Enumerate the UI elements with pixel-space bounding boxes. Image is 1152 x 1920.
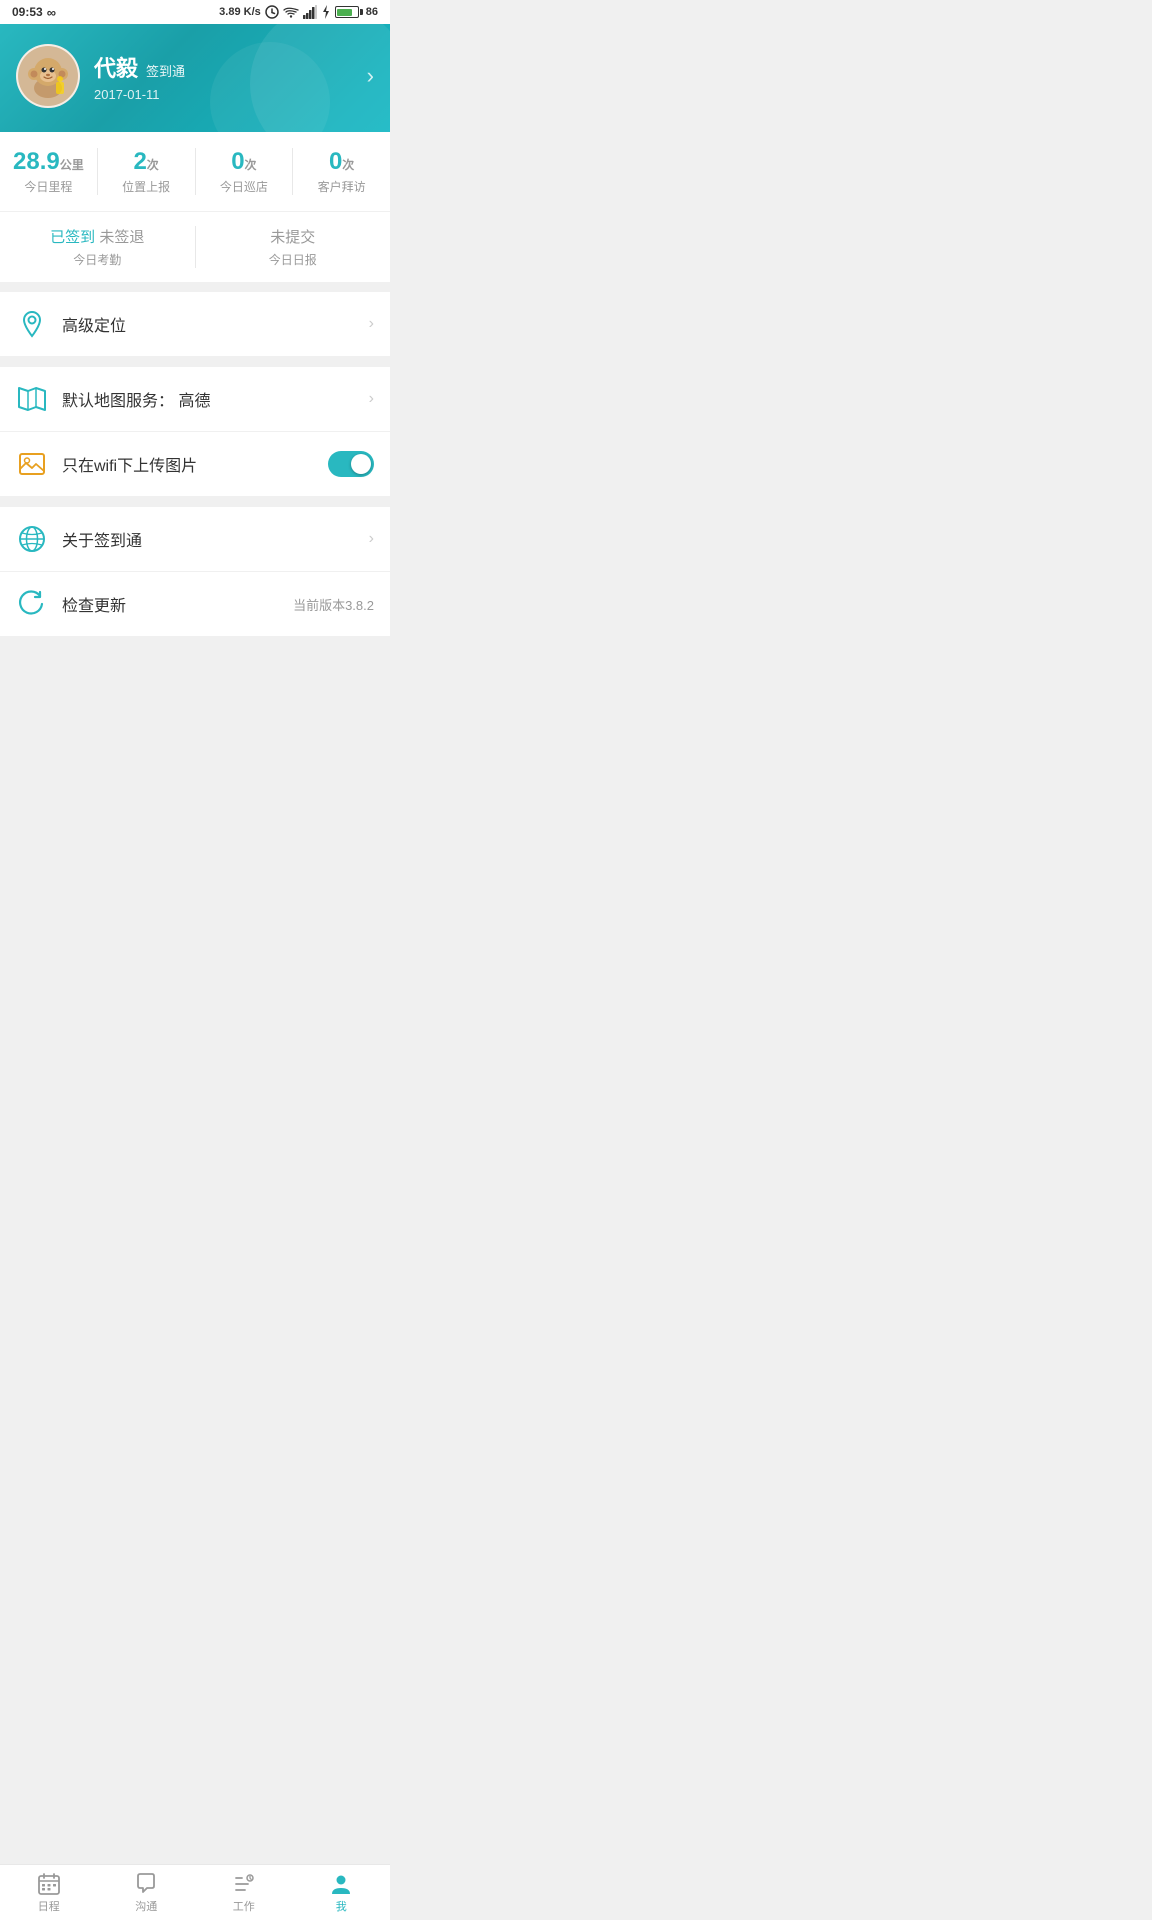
stat-location-value: 2次 bbox=[98, 148, 195, 176]
status-time: 09:53 bbox=[12, 5, 43, 19]
nav-item-me[interactable]: 我 bbox=[293, 1865, 391, 1920]
checkin-label: 今日考勤 bbox=[0, 251, 195, 268]
stat-location-label: 位置上报 bbox=[98, 178, 195, 195]
stat-distance-value: 28.9公里 bbox=[0, 148, 97, 176]
infinity-icon: ∞ bbox=[47, 5, 56, 20]
profile-info: 代毅 签到通 2017-01-11 bbox=[94, 51, 185, 102]
profile-name: 代毅 bbox=[94, 51, 138, 83]
battery-indicator: 86 bbox=[335, 6, 378, 18]
divider-2 bbox=[0, 357, 390, 367]
network-speed: 3.89 K/s bbox=[219, 6, 261, 18]
menu-item-update[interactable]: 检查更新 当前版本3.8.2 bbox=[0, 572, 390, 637]
chevron-right-icon: › bbox=[369, 315, 374, 333]
location-icon bbox=[16, 308, 48, 340]
chevron-right-icon-map: › bbox=[369, 390, 374, 408]
menu-right-location: › bbox=[369, 315, 374, 333]
menu-right-wifi[interactable] bbox=[328, 451, 374, 477]
menu-item-about[interactable]: 关于签到通 › bbox=[0, 507, 390, 572]
globe-icon bbox=[16, 523, 48, 555]
update-version: 当前版本3.8.2 bbox=[293, 595, 374, 614]
daily-label: 今日日报 bbox=[196, 251, 391, 268]
stat-patrol: 0次 今日巡店 bbox=[196, 148, 294, 195]
menu-text-about: 关于签到通 bbox=[62, 527, 369, 551]
status-bar: 09:53 ∞ 3.89 K/s bbox=[0, 0, 390, 24]
attendance-container: 已签到 未签退 今日考勤 未提交 今日日报 bbox=[0, 212, 390, 282]
menu-item-location[interactable]: 高级定位 › bbox=[0, 292, 390, 357]
menu-right-update: 当前版本3.8.2 bbox=[293, 595, 374, 614]
divider-3 bbox=[0, 497, 390, 507]
header-banner[interactable]: 代毅 签到通 2017-01-11 › bbox=[0, 24, 390, 132]
clock-icon bbox=[265, 5, 279, 19]
stat-visit-value: 0次 bbox=[293, 148, 390, 176]
calendar-icon bbox=[37, 1872, 61, 1896]
chevron-right-icon-about: › bbox=[369, 530, 374, 548]
bottom-nav: 日程 沟通 工作 我 bbox=[0, 1864, 390, 1920]
charging-icon bbox=[321, 5, 331, 19]
nav-label-me: 我 bbox=[336, 1898, 347, 1914]
nav-label-chat: 沟通 bbox=[135, 1898, 157, 1914]
person-icon bbox=[329, 1872, 353, 1896]
menu-text-update: 检查更新 bbox=[62, 592, 293, 616]
nav-item-schedule[interactable]: 日程 bbox=[0, 1865, 98, 1920]
map-icon bbox=[16, 383, 48, 415]
divider-1 bbox=[0, 282, 390, 292]
chat-icon bbox=[134, 1872, 158, 1896]
profile-date: 2017-01-11 bbox=[94, 87, 185, 102]
stat-distance: 28.9公里 今日里程 bbox=[0, 148, 98, 195]
menu-item-map[interactable]: 默认地图服务： 高德 › bbox=[0, 367, 390, 432]
avatar bbox=[16, 44, 80, 108]
menu-text-wifi: 只在wifi下上传图片 bbox=[62, 452, 328, 476]
menu-item-wifi-upload[interactable]: 只在wifi下上传图片 bbox=[0, 432, 390, 497]
stat-patrol-label: 今日巡店 bbox=[196, 178, 293, 195]
stat-location: 2次 位置上报 bbox=[98, 148, 196, 195]
work-icon bbox=[232, 1872, 256, 1896]
stat-visit: 0次 客户拜访 bbox=[293, 148, 390, 195]
attendance-daily: 未提交 今日日报 bbox=[196, 226, 391, 268]
refresh-icon bbox=[16, 588, 48, 620]
menu-right-map: › bbox=[369, 390, 374, 408]
header-chevron-right-icon[interactable]: › bbox=[367, 63, 374, 89]
stat-patrol-value: 0次 bbox=[196, 148, 293, 176]
image-icon bbox=[16, 448, 48, 480]
checkin-status: 已签到 未签退 bbox=[0, 226, 195, 247]
wifi-icon bbox=[283, 5, 299, 19]
menu-text-map: 默认地图服务： 高德 bbox=[62, 387, 369, 411]
menu-right-about: › bbox=[369, 530, 374, 548]
wifi-upload-toggle[interactable] bbox=[328, 451, 374, 477]
nav-item-chat[interactable]: 沟通 bbox=[98, 1865, 196, 1920]
profile-tag: 签到通 bbox=[146, 61, 185, 80]
stat-distance-label: 今日里程 bbox=[0, 178, 97, 195]
attendance-checkin: 已签到 未签退 今日考勤 bbox=[0, 226, 196, 268]
signal-icon bbox=[303, 5, 317, 19]
nav-label-work: 工作 bbox=[233, 1898, 255, 1914]
profile-section: 代毅 签到通 2017-01-11 bbox=[16, 44, 185, 108]
nav-item-work[interactable]: 工作 bbox=[195, 1865, 293, 1920]
stat-visit-label: 客户拜访 bbox=[293, 178, 390, 195]
battery-percent: 86 bbox=[366, 6, 378, 18]
stats-container: 28.9公里 今日里程 2次 位置上报 0次 今日巡店 0次 客户拜访 bbox=[0, 132, 390, 211]
daily-status: 未提交 bbox=[196, 226, 391, 247]
nav-label-schedule: 日程 bbox=[38, 1898, 60, 1914]
menu-text-location: 高级定位 bbox=[62, 312, 369, 336]
